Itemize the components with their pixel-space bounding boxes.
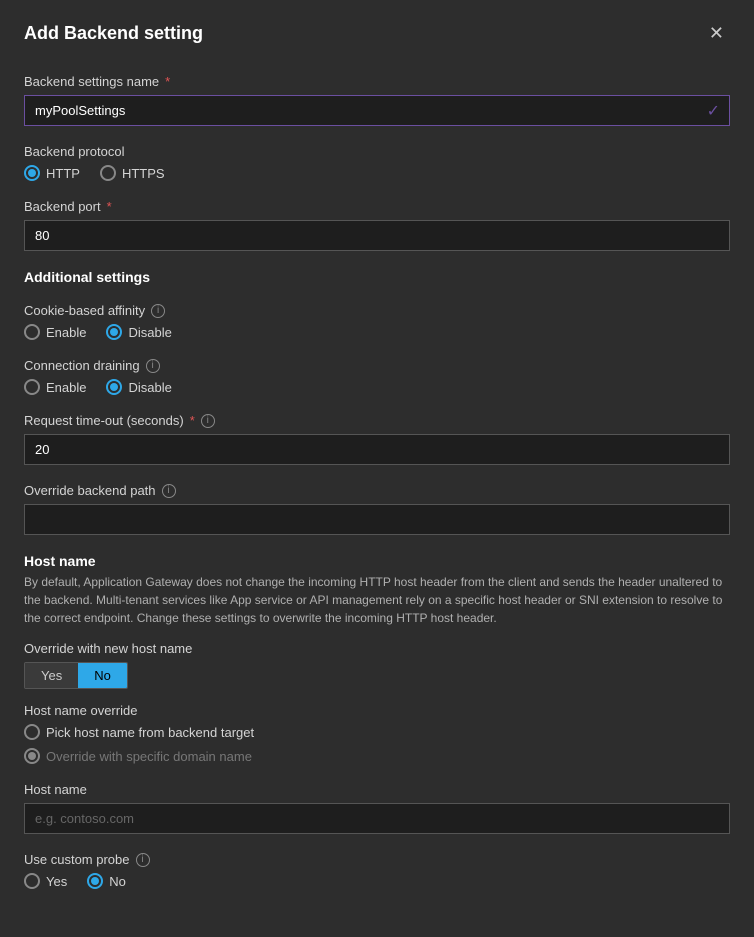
backend-protocol-radio-group: HTTP HTTPS (24, 165, 730, 181)
override-no-button[interactable]: No (78, 663, 127, 688)
override-host-name-toggle: Yes No (24, 662, 128, 689)
use-custom-probe-group: Use custom probe i Yes No (24, 852, 730, 889)
probe-no-label: No (109, 874, 126, 889)
host-name-override-group: Host name override Pick host name from b… (24, 703, 730, 764)
cookie-enable-radio-circle (24, 324, 40, 340)
host-name-field-input[interactable] (24, 803, 730, 834)
connection-draining-radio-group: Enable Disable (24, 379, 730, 395)
pick-backend-radio-label: Pick host name from backend target (46, 725, 254, 740)
override-specific-domain-option[interactable]: Override with specific domain name (24, 748, 730, 764)
backend-port-group: Backend port * (24, 199, 730, 251)
backend-port-label: Backend port * (24, 199, 730, 214)
host-name-field-group: Host name (24, 782, 730, 834)
host-name-override-label: Host name override (24, 703, 730, 718)
backend-protocol-label: Backend protocol (24, 144, 730, 159)
override-domain-radio-circle (24, 748, 40, 764)
probe-yes-radio-circle (24, 873, 40, 889)
connection-draining-enable[interactable]: Enable (24, 379, 86, 395)
use-custom-probe-label: Use custom probe i (24, 852, 730, 867)
override-backend-path-info-icon[interactable]: i (162, 484, 176, 498)
connection-draining-info-icon[interactable]: i (146, 359, 160, 373)
additional-settings-title: Additional settings (24, 269, 730, 285)
cookie-based-affinity-group: Cookie-based affinity i Enable Disable (24, 303, 730, 340)
use-custom-probe-info-icon[interactable]: i (136, 853, 150, 867)
draining-enable-radio-circle (24, 379, 40, 395)
custom-probe-no[interactable]: No (87, 873, 126, 889)
backend-protocol-http[interactable]: HTTP (24, 165, 80, 181)
backend-protocol-group: Backend protocol HTTP HTTPS (24, 144, 730, 181)
cookie-disable-label: Disable (128, 325, 171, 340)
host-name-override-options: Pick host name from backend target Overr… (24, 724, 730, 764)
cookie-affinity-disable[interactable]: Disable (106, 324, 171, 340)
host-name-section: Host name By default, Application Gatewa… (24, 553, 730, 889)
cookie-affinity-info-icon[interactable]: i (151, 304, 165, 318)
override-backend-path-group: Override backend path i (24, 483, 730, 535)
cookie-enable-label: Enable (46, 325, 86, 340)
override-new-host-name-group: Override with new host name Yes No (24, 641, 730, 689)
connection-draining-disable[interactable]: Disable (106, 379, 171, 395)
pick-from-backend-option[interactable]: Pick host name from backend target (24, 724, 730, 740)
https-radio-label: HTTPS (122, 166, 165, 181)
host-name-field-label: Host name (24, 782, 730, 797)
host-name-section-title: Host name (24, 553, 730, 569)
backend-protocol-https[interactable]: HTTPS (100, 165, 165, 181)
draining-disable-label: Disable (128, 380, 171, 395)
backend-settings-name-input[interactable] (24, 95, 730, 126)
host-name-description: By default, Application Gateway does not… (24, 573, 730, 627)
backend-port-input[interactable] (24, 220, 730, 251)
http-radio-circle (24, 165, 40, 181)
override-yes-button[interactable]: Yes (25, 663, 78, 688)
request-timeout-required-star: * (190, 413, 195, 428)
backend-settings-name-group: Backend settings name * ✓ (24, 74, 730, 126)
override-new-host-name-label: Override with new host name (24, 641, 730, 656)
request-timeout-group: Request time-out (seconds) * i (24, 413, 730, 465)
dialog-title: Add Backend setting (24, 23, 203, 44)
close-button[interactable]: ✕ (703, 20, 730, 46)
pick-backend-radio-circle (24, 724, 40, 740)
http-radio-label: HTTP (46, 166, 80, 181)
backend-settings-name-label: Backend settings name * (24, 74, 730, 89)
request-timeout-info-icon[interactable]: i (201, 414, 215, 428)
connection-draining-group: Connection draining i Enable Disable (24, 358, 730, 395)
cookie-disable-radio-circle (106, 324, 122, 340)
draining-disable-radio-circle (106, 379, 122, 395)
backend-settings-name-input-wrapper: ✓ (24, 95, 730, 126)
https-radio-circle (100, 165, 116, 181)
draining-enable-label: Enable (46, 380, 86, 395)
probe-no-radio-circle (87, 873, 103, 889)
connection-draining-label: Connection draining i (24, 358, 730, 373)
required-star: * (165, 74, 170, 89)
backend-port-required-star: * (107, 199, 112, 214)
request-timeout-label: Request time-out (seconds) * i (24, 413, 730, 428)
request-timeout-input[interactable] (24, 434, 730, 465)
cookie-affinity-label: Cookie-based affinity i (24, 303, 730, 318)
override-backend-path-label: Override backend path i (24, 483, 730, 498)
add-backend-setting-dialog: Add Backend setting ✕ Backend settings n… (0, 0, 754, 937)
override-backend-path-input[interactable] (24, 504, 730, 535)
dialog-header: Add Backend setting ✕ (24, 20, 730, 46)
check-icon: ✓ (707, 101, 720, 121)
custom-probe-yes[interactable]: Yes (24, 873, 67, 889)
override-domain-radio-label: Override with specific domain name (46, 749, 252, 764)
custom-probe-radio-group: Yes No (24, 873, 730, 889)
cookie-affinity-radio-group: Enable Disable (24, 324, 730, 340)
cookie-affinity-enable[interactable]: Enable (24, 324, 86, 340)
probe-yes-label: Yes (46, 874, 67, 889)
additional-settings-section: Additional settings (24, 269, 730, 285)
